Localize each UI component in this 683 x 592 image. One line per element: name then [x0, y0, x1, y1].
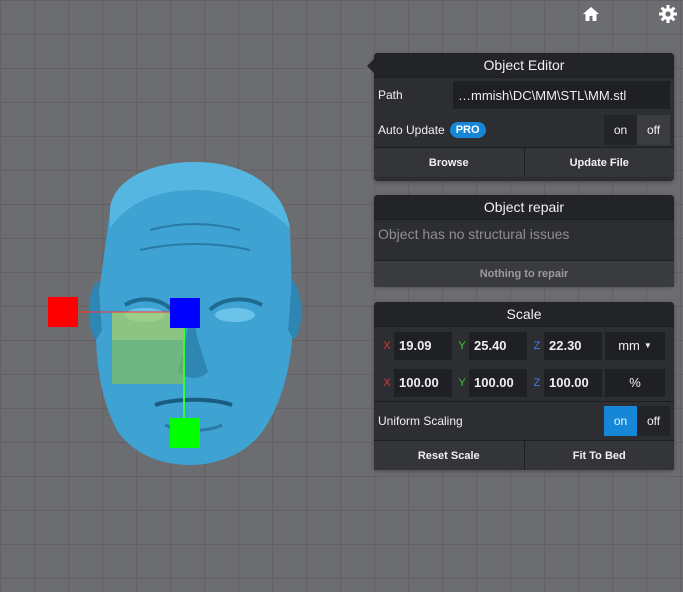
- size-x-input[interactable]: 19.09: [394, 331, 452, 360]
- auto-update-toggle[interactable]: on off: [604, 114, 670, 145]
- axis-y-label: Y: [458, 376, 466, 389]
- gear-icon[interactable]: [658, 4, 678, 24]
- auto-update-off[interactable]: off: [637, 114, 670, 145]
- browse-button[interactable]: Browse: [374, 148, 524, 177]
- path-field[interactable]: …mmish\DC\MM\STL\MM.stl: [453, 81, 670, 109]
- nothing-to-repair-button: Nothing to repair: [374, 261, 674, 287]
- axis-z-label: Z: [533, 376, 541, 389]
- object-editor-panel: Object Editor Path …mmish\DC\MM\STL\MM.s…: [367, 53, 674, 181]
- axis-y-label: Y: [458, 339, 466, 352]
- size-y-input[interactable]: 25.40: [469, 331, 527, 360]
- gizmo-x-handle[interactable]: [48, 297, 78, 327]
- object-editor-title: Object Editor: [374, 53, 674, 78]
- axis-x-label: X: [383, 376, 391, 389]
- uniform-scaling-off[interactable]: off: [637, 406, 670, 436]
- auto-update-on[interactable]: on: [604, 114, 637, 145]
- unit-select[interactable]: mm ▼: [605, 331, 665, 360]
- percent-z-input[interactable]: 100.00: [544, 368, 602, 397]
- gizmo-z-handle[interactable]: [170, 298, 200, 328]
- path-label: Path: [378, 88, 403, 102]
- axis-x-label: X: [383, 339, 391, 352]
- scale-title: Scale: [374, 302, 674, 327]
- 3d-viewport[interactable]: [0, 0, 360, 587]
- repair-status: Object has no structural issues: [378, 226, 570, 242]
- percent-x-input[interactable]: 100.00: [394, 368, 452, 397]
- size-z-input[interactable]: 22.30: [544, 331, 602, 360]
- uniform-scaling-on[interactable]: on: [604, 406, 637, 436]
- object-repair-title: Object repair: [374, 195, 674, 220]
- uniform-scaling-toggle[interactable]: on off: [604, 406, 670, 436]
- panel-pointer: [367, 59, 374, 73]
- pro-badge: PRO: [449, 121, 486, 138]
- home-icon[interactable]: [581, 4, 601, 24]
- update-file-button[interactable]: Update File: [523, 148, 674, 177]
- uniform-scaling-label: Uniform Scaling: [378, 414, 463, 428]
- chevron-down-icon: ▼: [643, 341, 652, 350]
- percent-y-input[interactable]: 100.00: [469, 368, 527, 397]
- auto-update-label: Auto Update: [378, 122, 445, 137]
- gizmo-y-handle[interactable]: [170, 418, 200, 448]
- scale-panel: Scale X 19.09 Y 25.40 Z 22.30 mm ▼ X 100…: [374, 302, 674, 470]
- axis-z-label: Z: [533, 339, 541, 352]
- reset-scale-button[interactable]: Reset Scale: [374, 441, 524, 470]
- unit-select-value: mm: [618, 338, 640, 353]
- fit-to-bed-button[interactable]: Fit To Bed: [523, 441, 674, 470]
- percent-unit-label: %: [605, 368, 665, 397]
- object-repair-panel: Object repair Object has no structural i…: [374, 195, 674, 287]
